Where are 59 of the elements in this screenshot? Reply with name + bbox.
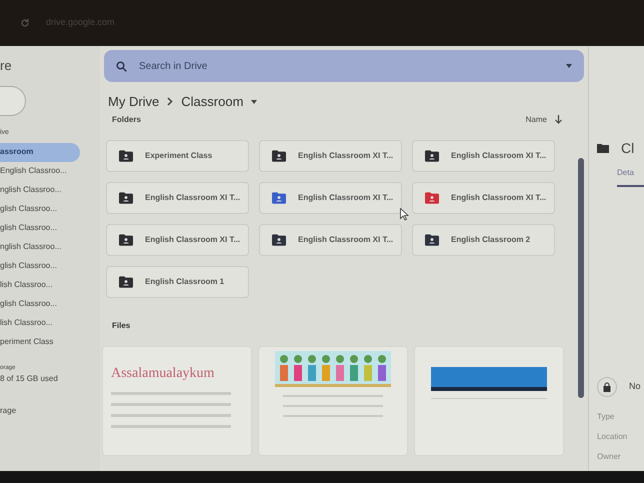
form-preview[interactable]: [258, 346, 408, 456]
folder-card[interactable]: English Classroom XI T...: [412, 140, 555, 172]
mouse-cursor-icon: [400, 208, 409, 221]
folder-card[interactable]: English Classroom XI T...: [259, 224, 402, 256]
search-placeholder: Search in Drive: [139, 60, 208, 74]
folder-name: English Classroom XI T...: [298, 150, 394, 162]
sidebar-folder-item[interactable]: periment Class: [0, 332, 100, 352]
folder-name: English Classroom XI T...: [145, 192, 240, 204]
folder-name: English Classroom XI T...: [298, 234, 394, 246]
sort-label[interactable]: Name: [526, 114, 547, 126]
storage-usage: 8 of 15 GB used: [0, 372, 59, 384]
sidebar-folder-item[interactable]: nglish Classroo...: [0, 180, 100, 200]
document-preview[interactable]: Assalamualaykum: [102, 346, 252, 456]
folder-name: English Classroom XI T...: [451, 150, 546, 162]
sidebar-folder-item[interactable]: lish Classroo...: [0, 314, 100, 332]
folder-icon: [597, 144, 609, 153]
arrow-down-icon[interactable]: [555, 115, 562, 124]
folder-card[interactable]: English Classroom 1: [106, 266, 249, 298]
access-label: No: [629, 380, 641, 394]
folder-card[interactable]: Experiment Class: [106, 140, 249, 172]
details-field-label: Type: [597, 411, 616, 423]
folder-name: Experiment Class: [145, 150, 212, 162]
folder-card[interactable]: English Classroom XI T...: [259, 140, 402, 172]
folder-name: English Classroom XI T...: [451, 192, 546, 204]
document-heading: Assalamualaykum: [111, 364, 216, 382]
sidebar-folder-item[interactable]: glish Classroo...: [0, 256, 100, 276]
details-tab[interactable]: Deta: [617, 167, 644, 187]
folder-name: English Classroom 2: [451, 234, 530, 246]
details-field-label: Location: [597, 431, 628, 443]
folders-heading: Folders: [112, 114, 141, 126]
spreadsheet-preview[interactable]: [414, 346, 564, 456]
folder-card[interactable]: English Classroom XI T...: [106, 224, 249, 256]
folder-card[interactable]: English Classroom 2: [412, 224, 555, 256]
chevron-right-icon: [167, 97, 174, 106]
folder-card[interactable]: English Classroom XI T...: [106, 182, 249, 214]
storage-link[interactable]: rage: [0, 404, 100, 416]
sidebar-folder-item[interactable]: glish Classroo...: [0, 294, 100, 314]
sidebar-folder-item[interactable]: glish Classroo...: [0, 218, 100, 238]
details-field-label: Owner: [597, 451, 622, 463]
search-field[interactable]: Search in Drive: [104, 50, 584, 82]
dropdown-caret-icon[interactable]: [251, 100, 258, 104]
dropdown-caret-icon[interactable]: [566, 64, 572, 68]
sidebar-folder-item[interactable]: lish Classroo...: [0, 276, 100, 294]
breadcrumb-current[interactable]: Classroom: [181, 92, 244, 112]
breadcrumb-link[interactable]: My Drive: [108, 92, 160, 112]
folder-card[interactable]: English Classroom XI T...: [412, 182, 555, 214]
sidebar-folder-item[interactable]: English Classroo...: [0, 162, 100, 180]
details-title: Cl: [621, 139, 634, 158]
sidebar-folder-item[interactable]: assroom: [0, 142, 80, 162]
search-icon: [116, 60, 127, 72]
folder-name: English Classroom 1: [145, 276, 224, 288]
sidebar-folder-item[interactable]: nglish Classroo...: [0, 238, 100, 256]
folder-card[interactable]: English Classroom XI T...: [259, 182, 402, 214]
app-title: re: [0, 57, 13, 76]
files-heading: Files: [112, 320, 132, 332]
folder-name: English Classroom XI T...: [298, 192, 394, 204]
sidebar-folder-item[interactable]: glish Classroo...: [0, 200, 100, 218]
folder-name: English Classroom XI T...: [145, 234, 240, 246]
lock-icon: [597, 377, 617, 397]
